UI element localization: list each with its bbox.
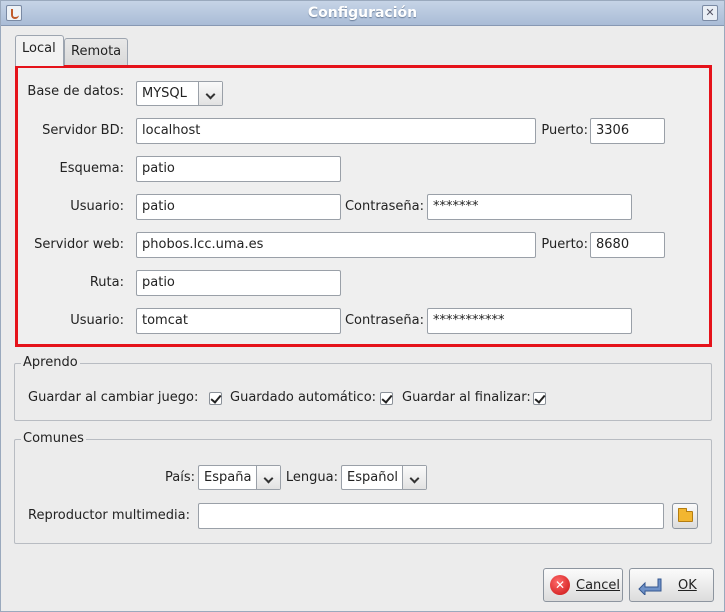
web-server-input[interactable]: phobos.lcc.uma.es <box>136 232 536 258</box>
web-password-input[interactable]: *********** <box>427 308 632 334</box>
close-icon[interactable]: ✕ <box>702 5 718 21</box>
comunes-legend: Comunes <box>21 431 86 446</box>
save-on-finish-label: Guardar al finalizar: <box>402 390 531 405</box>
media-player-label: Reproductor multimedia: <box>28 508 190 523</box>
browse-button[interactable] <box>672 503 698 529</box>
language-select-value: Español <box>347 470 399 485</box>
language-select[interactable]: Español <box>341 465 427 490</box>
web-user-label: Usuario: <box>70 313 124 328</box>
chevron-down-icon[interactable] <box>256 466 280 489</box>
save-on-finish-checkbox[interactable] <box>533 392 546 405</box>
save-on-change-checkbox[interactable] <box>209 392 222 405</box>
db-user-label: Usuario: <box>70 199 124 214</box>
country-select[interactable]: España <box>198 465 281 490</box>
language-label: Lengua: <box>285 470 338 485</box>
tab-remota[interactable]: Remota <box>64 38 128 66</box>
web-user-input[interactable]: tomcat <box>136 308 341 334</box>
path-input[interactable]: patio <box>136 270 341 296</box>
db-port-label: Puerto: <box>541 123 588 138</box>
folder-icon <box>678 508 693 522</box>
configuration-dialog: Configuración ✕ Local Remota Base de dat… <box>0 0 725 612</box>
window-title: Configuración <box>307 5 418 21</box>
save-on-change-label: Guardar al cambiar juego: <box>28 390 199 405</box>
schema-input[interactable]: patio <box>136 156 341 182</box>
database-select[interactable]: MYSQL <box>136 81 223 106</box>
titlebar: Configuración ✕ <box>1 1 724 26</box>
web-password-label: Contraseña: <box>344 313 424 328</box>
schema-label: Esquema: <box>59 161 125 176</box>
db-port-input[interactable]: 3306 <box>590 118 665 144</box>
web-port-input[interactable]: 8680 <box>590 232 665 258</box>
database-select-value: MYSQL <box>142 86 187 101</box>
media-player-input[interactable] <box>198 503 664 529</box>
aprendo-group: Aprendo Guardar al cambiar juego: Guarda… <box>14 355 712 421</box>
db-server-label: Servidor BD: <box>42 123 124 138</box>
ok-icon <box>638 578 662 595</box>
autosave-checkbox[interactable] <box>380 392 393 405</box>
chevron-down-icon[interactable] <box>402 466 426 489</box>
db-server-input[interactable]: localhost <box>136 118 536 144</box>
comunes-group: Comunes País: España Lengua: Español Rep… <box>14 431 712 544</box>
db-user-input[interactable]: patio <box>136 194 341 220</box>
cancel-button-label: Cancel <box>576 578 621 593</box>
cancel-button[interactable]: ✕ Cancel <box>543 568 623 602</box>
cancel-icon: ✕ <box>550 575 570 595</box>
db-password-input[interactable]: ******* <box>427 194 632 220</box>
local-settings-panel: Base de datos: MYSQL Servidor BD: localh… <box>15 65 712 347</box>
autosave-label: Guardado automático: <box>230 390 377 405</box>
web-server-label: Servidor web: <box>34 237 124 252</box>
ok-button-label: OK <box>678 578 697 593</box>
web-port-label: Puerto: <box>541 237 588 252</box>
database-label: Base de datos: <box>27 84 124 99</box>
aprendo-legend: Aprendo <box>21 355 80 370</box>
path-label: Ruta: <box>89 275 124 290</box>
country-select-value: España <box>204 470 252 485</box>
country-label: País: <box>165 470 195 485</box>
tab-local[interactable]: Local <box>15 35 64 66</box>
db-password-label: Contraseña: <box>344 199 424 214</box>
chevron-down-icon[interactable] <box>198 82 222 105</box>
ok-button[interactable]: OK <box>629 568 714 602</box>
